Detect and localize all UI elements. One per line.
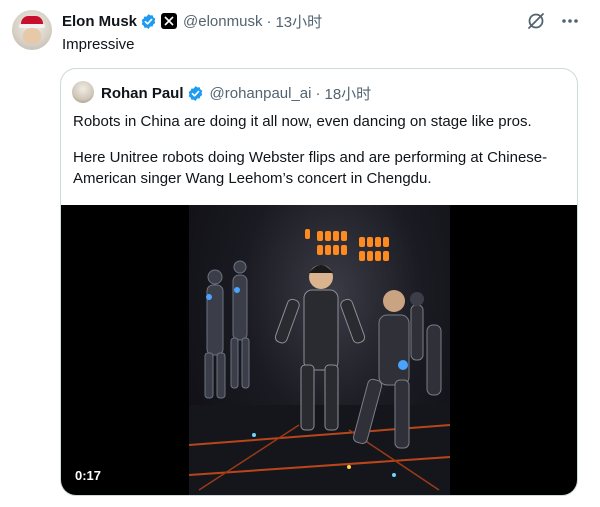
author-name[interactable]: Elon Musk — [62, 13, 137, 30]
separator-dot: · — [315, 85, 321, 102]
x-logo-icon — [161, 13, 178, 29]
more-options-icon[interactable] — [560, 11, 580, 31]
tweet-text: Impressive — [62, 36, 135, 53]
video-frame — [189, 205, 450, 495]
verified-badge-icon — [188, 86, 202, 101]
video-duration: 0:17 — [75, 468, 102, 483]
author-handle[interactable]: @elonmusk — [183, 13, 262, 30]
quoted-tweet-text: Robots in China are doing it all now, ev… — [73, 111, 569, 204]
author-avatar[interactable] — [12, 10, 52, 50]
tweet-time[interactable]: 13小时 — [275, 11, 322, 32]
separator-dot: · — [266, 12, 272, 30]
concert-stage-image — [189, 229, 450, 495]
quoted-author-handle[interactable]: @rohanpaul_ai — [210, 85, 312, 102]
quoted-tweet-header: Rohan Paul @rohanpaul_ai · 18小时 — [101, 83, 371, 104]
video-player[interactable]: 0:17 — [61, 205, 577, 495]
quoted-paragraph: Here Unitree robots doing Webster flips … — [73, 149, 548, 187]
tweet-tools — [526, 11, 580, 31]
quoted-paragraph: Robots in China are doing it all now, ev… — [73, 113, 532, 130]
quoted-author-name[interactable]: Rohan Paul — [101, 85, 184, 102]
quoted-tweet-time[interactable]: 18小时 — [324, 83, 371, 104]
verified-badge-icon — [141, 13, 156, 29]
quoted-author-avatar[interactable] — [72, 81, 94, 103]
quoted-tweet-card[interactable]: Rohan Paul @rohanpaul_ai · 18小时 Robots i… — [60, 68, 578, 496]
avatar-face — [23, 28, 41, 44]
tweet-header: Elon Musk @elonmusk · 13小时 — [62, 11, 322, 31]
grok-icon[interactable] — [526, 11, 546, 31]
